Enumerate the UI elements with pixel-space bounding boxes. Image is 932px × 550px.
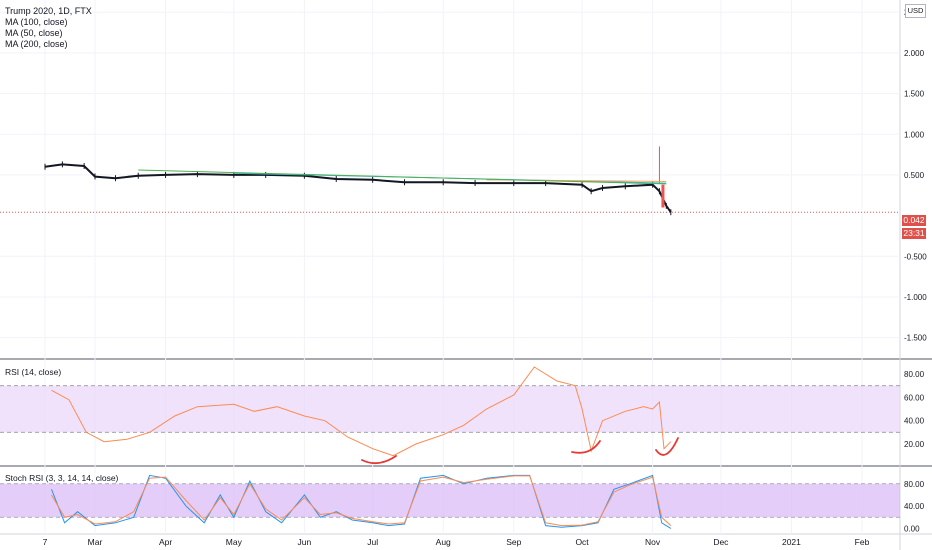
x-tick-label: Nov [645, 537, 661, 547]
x-tick-label: Aug [436, 537, 451, 547]
bar-countdown-tag: 23:31 [902, 228, 926, 239]
chart-background [0, 0, 932, 550]
stoch-tick-label: 0.00 [904, 524, 920, 533]
x-tick-label: Mar [88, 537, 103, 547]
rsi-tick-label: 60.00 [904, 393, 925, 402]
chart-legend: Trump 2020, 1D, FTX MA (100, close) MA (… [5, 6, 92, 50]
price-tick-label: 1.000 [904, 130, 925, 139]
rsi-tick-label: 40.00 [904, 417, 925, 426]
price-drop-candle [661, 184, 665, 208]
x-tick-label: Oct [575, 537, 589, 547]
legend-ma200[interactable]: MA (200, close) [5, 39, 92, 50]
chart-canvas: 7 Mar Apr May Jun Jul Aug Sep Oct Nov Dec 2021 Feb 2.… [0, 0, 932, 550]
rsi-tick-label: 80.00 [904, 370, 925, 379]
symbol-title[interactable]: Trump 2020, 1D, FTX [5, 6, 92, 17]
price-tick-label: 1.500 [904, 90, 925, 99]
x-tick-label: Feb [855, 537, 870, 547]
price-tick-label: -1.000 [904, 293, 927, 302]
stoch-tick-label: 80.00 [904, 480, 925, 489]
x-tick-label: Jul [367, 537, 378, 547]
legend-ma100[interactable]: MA (100, close) [5, 17, 92, 28]
x-tick-label: Jun [298, 537, 312, 547]
x-tick-label: Sep [506, 537, 521, 547]
x-tick-label: May [226, 537, 243, 547]
x-tick-label: Apr [159, 537, 172, 547]
price-tick-label: 2.000 [904, 49, 925, 58]
x-tick-label: 7 [43, 537, 48, 547]
price-tick-label: -1.500 [904, 334, 927, 343]
rsi-band [0, 385, 900, 433]
x-tick-label: Dec [713, 537, 729, 547]
stoch-band [0, 483, 900, 518]
legend-ma50[interactable]: MA (50, close) [5, 28, 92, 39]
price-tick-label: 0.500 [904, 171, 925, 180]
x-tick-label: 2021 [782, 537, 801, 547]
currency-badge[interactable]: USD [905, 4, 926, 18]
price-tick-label: -0.500 [904, 252, 927, 261]
stoch-rsi-pane-label[interactable]: Stoch RSI (3, 3, 14, 14, close) [5, 473, 119, 483]
rsi-pane-label[interactable]: RSI (14, close) [5, 367, 62, 377]
last-price-tag: 0.042 [902, 215, 926, 226]
rsi-tick-label: 20.00 [904, 440, 925, 449]
stoch-tick-label: 40.00 [904, 502, 925, 511]
